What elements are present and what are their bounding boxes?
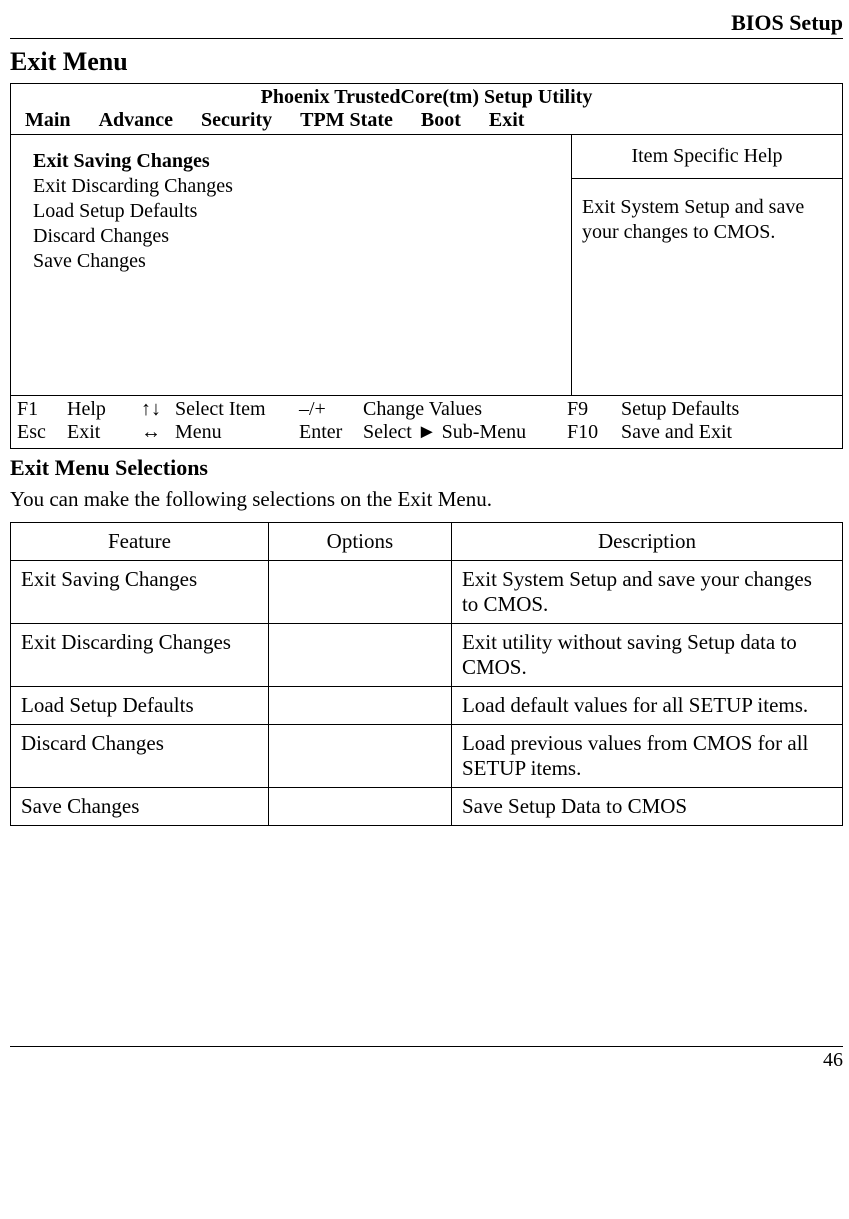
label-change-values: Change Values xyxy=(363,398,563,421)
page-number: 46 xyxy=(10,1049,843,1072)
cell-options xyxy=(268,725,451,788)
key-f9: F9 xyxy=(567,398,617,421)
col-feature: Feature xyxy=(11,523,269,561)
help-body: Exit System Setup and save your changes … xyxy=(572,179,842,255)
cell-feature: Exit Saving Changes xyxy=(11,561,269,624)
intro-text: You can make the following selections on… xyxy=(10,487,843,512)
bios-title: Phoenix TrustedCore(tm) Setup Utility xyxy=(11,84,842,109)
tab-exit[interactable]: Exit xyxy=(489,109,525,132)
cell-description: Exit System Setup and save your changes … xyxy=(451,561,842,624)
label-menu: Menu xyxy=(175,421,295,444)
table-header-row: Feature Options Description xyxy=(11,523,843,561)
table-row: Discard Changes Load previous values fro… xyxy=(11,725,843,788)
selections-table: Feature Options Description Exit Saving … xyxy=(10,522,843,826)
label-save-and-exit: Save and Exit xyxy=(621,421,771,444)
section-title: Exit Menu xyxy=(10,47,843,77)
col-options: Options xyxy=(268,523,451,561)
cell-description: Load default values for all SETUP items. xyxy=(451,687,842,725)
key-f10: F10 xyxy=(567,421,617,444)
table-row: Save Changes Save Setup Data to CMOS xyxy=(11,788,843,826)
help-title: Item Specific Help xyxy=(572,135,842,179)
cell-feature: Load Setup Defaults xyxy=(11,687,269,725)
cell-description: Save Setup Data to CMOS xyxy=(451,788,842,826)
table-row: Load Setup Defaults Load default values … xyxy=(11,687,843,725)
cell-description: Load previous values from CMOS for all S… xyxy=(451,725,842,788)
label-select-submenu: Select ► Sub-Menu xyxy=(363,421,563,444)
label-setup-defaults: Setup Defaults xyxy=(621,398,771,421)
cell-feature: Exit Discarding Changes xyxy=(11,624,269,687)
bios-tabs: Main Advance Security TPM State Boot Exi… xyxy=(11,109,842,134)
col-description: Description xyxy=(451,523,842,561)
label-exit: Exit xyxy=(67,421,137,444)
help-panel: Item Specific Help Exit System Setup and… xyxy=(571,135,842,395)
menu-item-exit-saving[interactable]: Exit Saving Changes xyxy=(33,149,561,174)
key-leftright: ↔ xyxy=(141,421,171,444)
key-updown: ↑↓ xyxy=(141,398,171,421)
bios-key-legend: F1 Help ↑↓ Select Item –/+ Change Values… xyxy=(11,396,842,448)
cell-feature: Discard Changes xyxy=(11,725,269,788)
header-rule xyxy=(10,38,843,39)
cell-description: Exit utility without saving Setup data t… xyxy=(451,624,842,687)
bios-utility-box: Phoenix TrustedCore(tm) Setup Utility Ma… xyxy=(10,83,843,449)
table-row: Exit Saving Changes Exit System Setup an… xyxy=(11,561,843,624)
bios-body: Exit Saving Changes Exit Discarding Chan… xyxy=(11,134,842,396)
menu-item-exit-discarding[interactable]: Exit Discarding Changes xyxy=(33,174,561,199)
menu-item-load-defaults[interactable]: Load Setup Defaults xyxy=(33,199,561,224)
key-f1: F1 xyxy=(17,398,63,421)
menu-item-discard-changes[interactable]: Discard Changes xyxy=(33,224,561,249)
table-row: Exit Discarding Changes Exit utility wit… xyxy=(11,624,843,687)
cell-options xyxy=(268,561,451,624)
page-footer: 46 xyxy=(10,1046,843,1072)
cell-feature: Save Changes xyxy=(11,788,269,826)
key-enter: Enter xyxy=(299,421,359,444)
menu-item-save-changes[interactable]: Save Changes xyxy=(33,249,561,274)
label-select-item: Select Item xyxy=(175,398,295,421)
tab-tpm-state[interactable]: TPM State xyxy=(300,109,393,132)
cell-options xyxy=(268,687,451,725)
tab-advance[interactable]: Advance xyxy=(99,109,173,132)
key-plusminus: –/+ xyxy=(299,398,359,421)
cell-options xyxy=(268,624,451,687)
bios-menu-list: Exit Saving Changes Exit Discarding Chan… xyxy=(11,135,571,395)
page-header-right: BIOS Setup xyxy=(10,10,843,36)
cell-options xyxy=(268,788,451,826)
subsection-title: Exit Menu Selections xyxy=(10,455,843,481)
tab-main[interactable]: Main xyxy=(25,109,71,132)
key-esc: Esc xyxy=(17,421,63,444)
tab-security[interactable]: Security xyxy=(201,109,272,132)
label-help: Help xyxy=(67,398,137,421)
footer-rule xyxy=(10,1046,843,1047)
tab-boot[interactable]: Boot xyxy=(421,109,461,132)
